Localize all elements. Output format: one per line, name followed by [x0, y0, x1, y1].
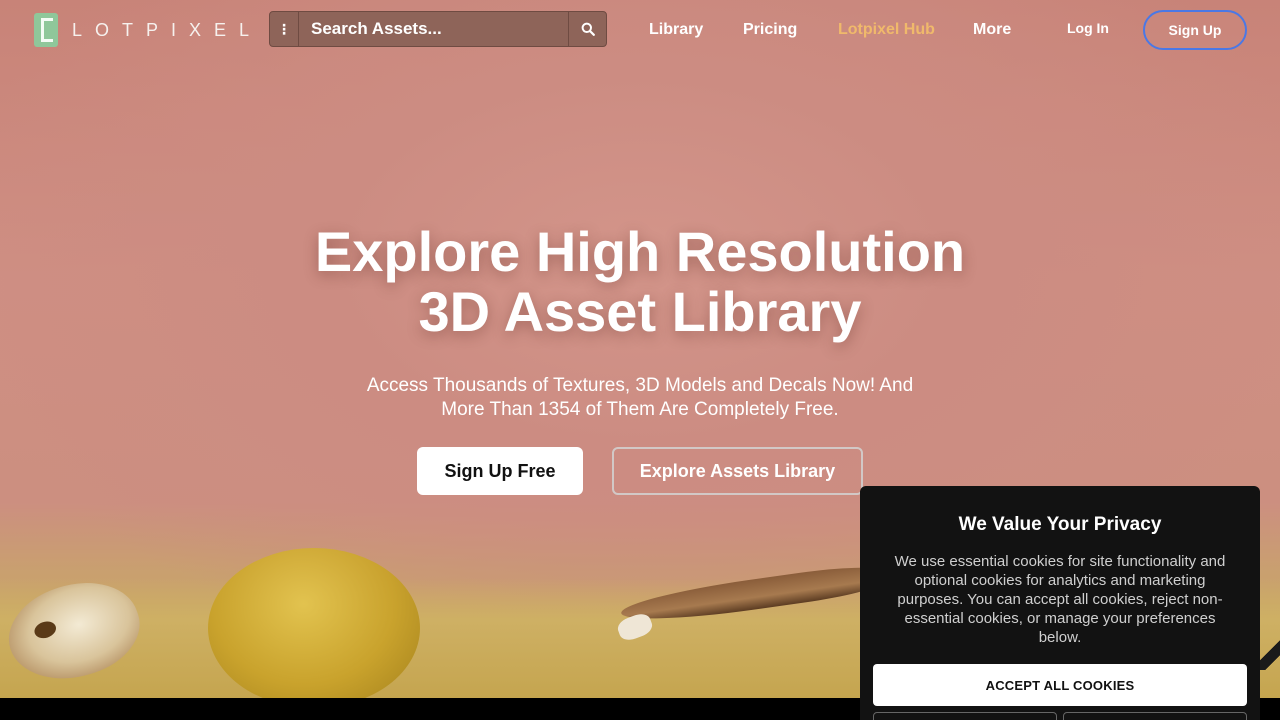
hero-subtitle-line2: More Than 1354 of Them Are Completely Fr… [441, 399, 839, 420]
search-input[interactable] [299, 12, 568, 46]
cookie-description: We use essential cookies for site functi… [894, 553, 1226, 646]
logo-text: LOTPIXEL [72, 19, 263, 40]
search-button[interactable] [568, 12, 606, 46]
hero-subtitle-line1: Access Thousands of Textures, 3D Models … [366, 375, 914, 396]
search-bar: ⋮ [269, 11, 607, 47]
decorative-edge [1260, 640, 1280, 670]
hero-title-line2: 3D Asset Library [418, 280, 862, 343]
cookie-consent-panel: We Value Your Privacy We use essential c… [860, 486, 1260, 720]
signup-button[interactable]: Sign Up [1143, 10, 1247, 50]
hero-subtitle: Access Thousands of Textures, 3D Models … [300, 374, 980, 422]
cookie-title: We Value Your Privacy [958, 514, 1162, 535]
search-menu-icon[interactable]: ⋮ [270, 12, 299, 46]
manage-preferences-button[interactable] [1063, 712, 1247, 720]
page: LOTPIXEL ⋮ Library Pricing Lotpixel Hub … [0, 0, 1280, 720]
nav-more[interactable]: More [973, 19, 1011, 41]
hero-title-line1: Explore High Resolution [314, 220, 966, 283]
bread-hole [32, 618, 59, 641]
logo[interactable]: LOTPIXEL [34, 12, 262, 48]
fruit-image [208, 548, 420, 708]
nav-pricing[interactable]: Pricing [743, 19, 797, 41]
search-icon [581, 22, 595, 36]
login-link[interactable]: Log In [1067, 20, 1109, 36]
nav-lotpixel-hub[interactable]: Lotpixel Hub [838, 19, 935, 41]
reject-cookies-button[interactable] [873, 712, 1057, 720]
nav-library[interactable]: Library [649, 19, 703, 41]
logo-mark-icon [34, 13, 58, 47]
hero-title: Explore High Resolution 3D Asset Library [240, 222, 1040, 342]
accept-all-cookies-button[interactable]: ACCEPT ALL COOKIES [873, 664, 1247, 706]
signup-free-button[interactable]: Sign Up Free [417, 447, 583, 495]
explore-library-button[interactable]: Explore Assets Library [612, 447, 863, 495]
